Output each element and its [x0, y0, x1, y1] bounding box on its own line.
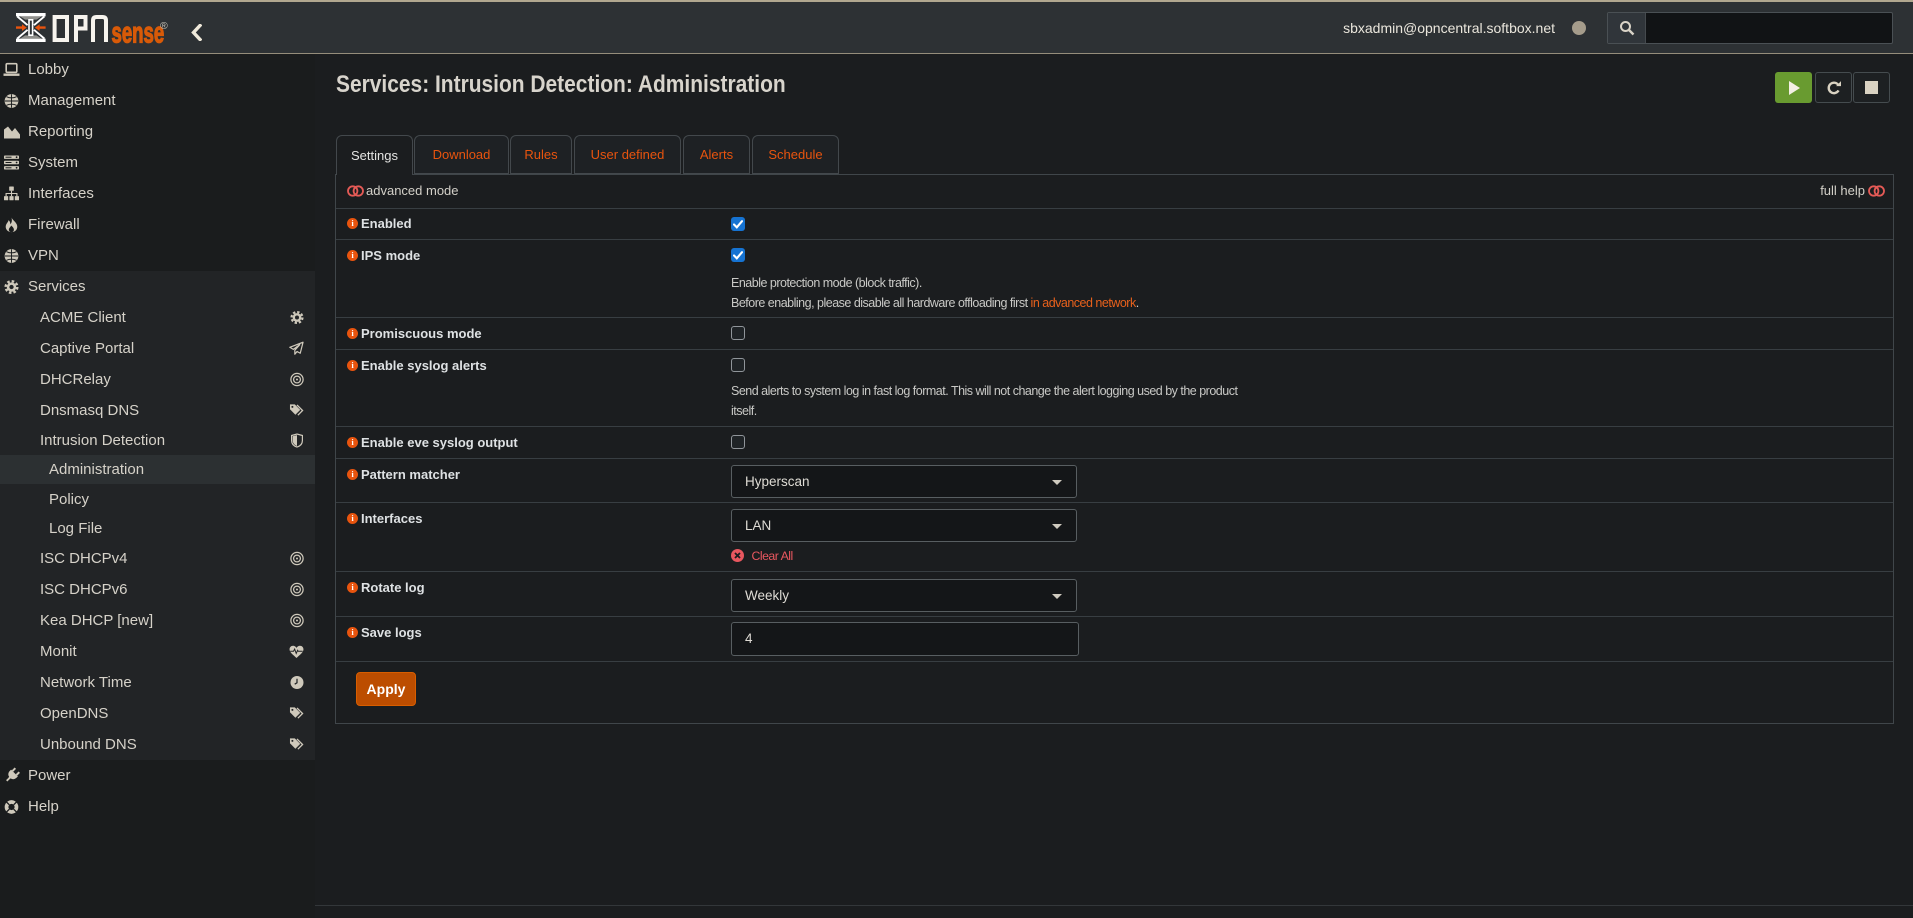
- svg-text:sense: sense: [112, 17, 165, 47]
- svg-text:®: ®: [160, 20, 168, 32]
